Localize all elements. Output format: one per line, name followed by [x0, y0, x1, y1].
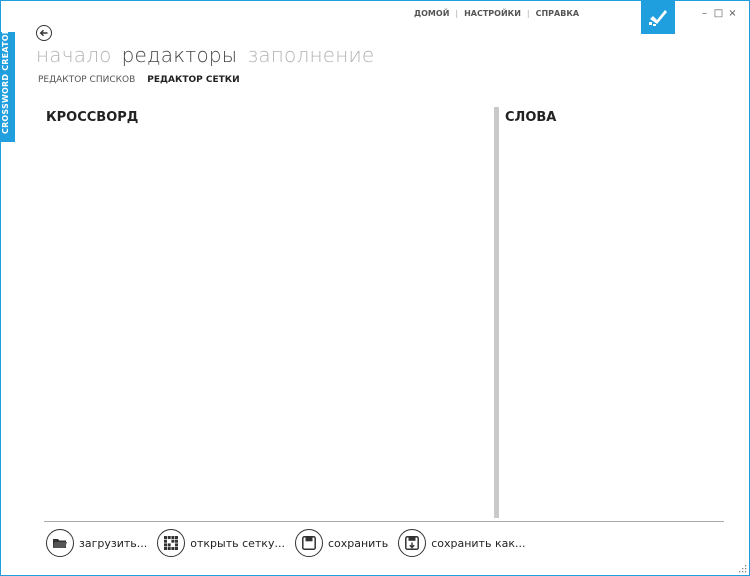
app-side-tab: CROSSWORD CREATOR — [0, 28, 15, 142]
app-side-title: CROSSWORD CREATOR — [1, 27, 10, 134]
grid-icon — [157, 529, 186, 557]
window-border — [0, 0, 750, 576]
tab-grid-editor[interactable]: РЕДАКТОР СЕТКИ — [147, 75, 239, 85]
save-as-button[interactable]: сохранить как... — [398, 529, 525, 557]
floppy-icon — [294, 529, 323, 557]
save-as-label: сохранить как... — [431, 536, 526, 550]
folder-icon — [46, 529, 74, 557]
sub-nav: РЕДАКТОР СПИСКОВ РЕДАКТОР СЕТКИ — [38, 75, 240, 85]
link-separator: | — [455, 9, 459, 18]
save-button[interactable]: сохранить — [294, 529, 389, 557]
link-separator: | — [526, 9, 530, 18]
arrow-left-icon — [39, 29, 48, 37]
window-controls: – □ × — [700, 8, 737, 19]
crossword-panel-title: КРОССВОРД — [46, 110, 139, 125]
help-link[interactable]: СПРАВКА — [536, 9, 579, 18]
top-links: ДОМОЙ | НАСТРОЙКИ | СПРАВКА — [414, 9, 579, 18]
home-link[interactable]: ДОМОЙ — [414, 9, 449, 18]
open-grid-button[interactable]: открыть сетку... — [157, 529, 285, 557]
panel-splitter[interactable] — [494, 107, 499, 518]
bottom-toolbar: загрузить... открыть сетку... сохранить — [46, 529, 535, 557]
nav-fill[interactable]: заполнение — [247, 43, 374, 67]
toolbar-divider — [44, 521, 724, 522]
nav-editors[interactable]: редакторы — [122, 43, 238, 67]
tab-list-editor[interactable]: РЕДАКТОР СПИСКОВ — [38, 75, 135, 85]
main-nav: начало редакторы заполнение — [36, 43, 374, 67]
maximize-button[interactable]: □ — [714, 8, 723, 19]
words-panel-title: СЛОВА — [505, 110, 557, 125]
back-button[interactable] — [36, 25, 52, 41]
nav-start[interactable]: начало — [36, 43, 112, 67]
settings-link[interactable]: НАСТРОЙКИ — [464, 9, 521, 18]
load-label: загрузить... — [79, 536, 148, 550]
crossword-logo-icon — [641, 0, 675, 34]
resize-grip-icon[interactable] — [738, 564, 747, 573]
load-button[interactable]: загрузить... — [46, 529, 147, 557]
minimize-button[interactable]: – — [700, 8, 709, 19]
open-grid-label: открыть сетку... — [190, 536, 285, 550]
save-label: сохранить — [327, 536, 389, 550]
floppy-save-as-icon — [398, 529, 427, 557]
close-button[interactable]: × — [728, 8, 737, 19]
